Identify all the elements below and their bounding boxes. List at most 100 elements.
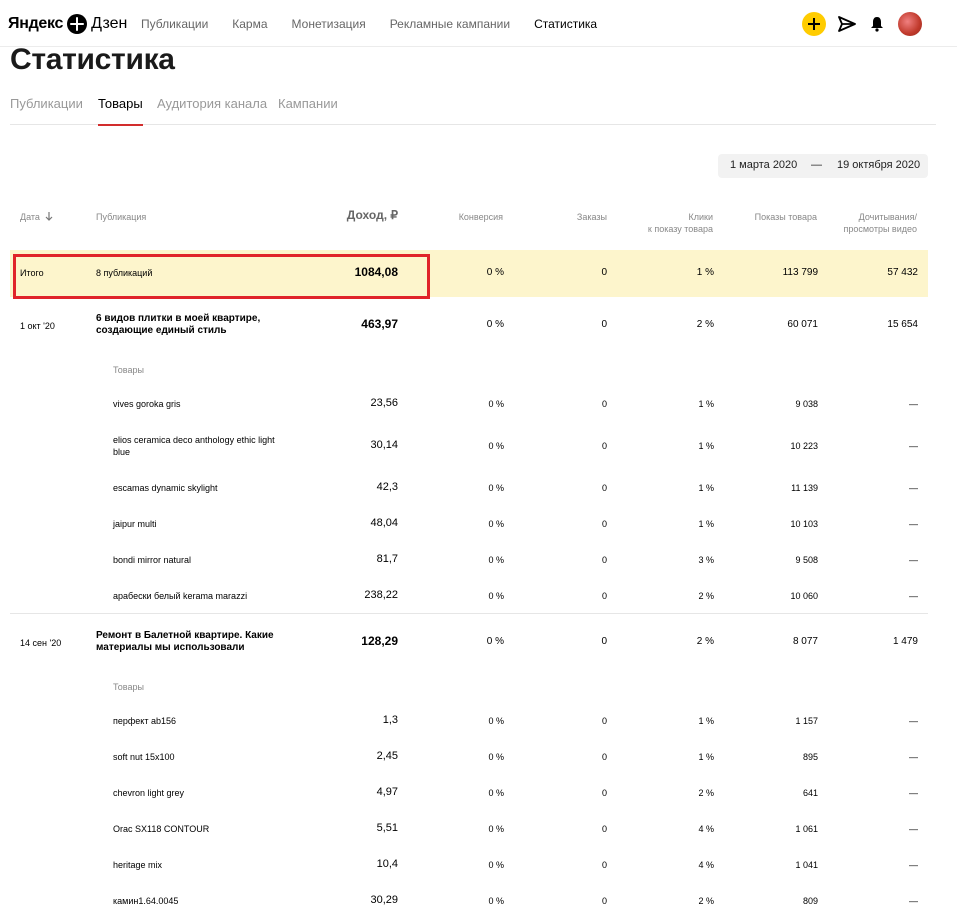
product-clicks: 4 % bbox=[698, 824, 714, 834]
product-reads: — bbox=[909, 483, 918, 493]
product-orders: 0 bbox=[601, 788, 607, 798]
product-orders: 0 bbox=[601, 716, 607, 726]
product-clicks: 1 % bbox=[698, 716, 714, 726]
date-from: 1 марта 2020 bbox=[730, 159, 798, 171]
stat-tabs: Публикации Товары Аудитория канала Кампа… bbox=[10, 96, 936, 126]
product-views: 10 223 bbox=[790, 441, 818, 451]
product-income: 2,45 bbox=[376, 750, 398, 762]
main-nav: Публикации Карма Монетизация Рекламные к… bbox=[141, 17, 621, 31]
product-income: 30,29 bbox=[370, 894, 398, 906]
product-views: 10 060 bbox=[790, 591, 818, 601]
bell-icon[interactable] bbox=[868, 15, 886, 33]
arrow-down-icon bbox=[46, 212, 53, 221]
nav-monetization[interactable]: Монетизация bbox=[292, 17, 366, 31]
product-views: 10 103 bbox=[790, 519, 818, 529]
product-orders: 0 bbox=[601, 483, 607, 493]
product-name[interactable]: bondi mirror natural bbox=[113, 554, 191, 566]
product-name[interactable]: escamas dynamic skylight bbox=[113, 482, 218, 494]
product-reads: — bbox=[909, 860, 918, 870]
product-conversion: 0 % bbox=[488, 399, 504, 409]
product-conversion: 0 % bbox=[488, 824, 504, 834]
nav-ad-campaigns[interactable]: Рекламные кампании bbox=[390, 17, 510, 31]
product-orders: 0 bbox=[601, 896, 607, 906]
product-name[interactable]: elios ceramica deco anthology ethic ligh… bbox=[113, 434, 275, 458]
product-name[interactable]: перфект ab156 bbox=[113, 715, 176, 727]
product-name[interactable]: арабески белый kerama marazzi bbox=[113, 590, 247, 602]
row-date: 14 сен '20 bbox=[20, 638, 62, 648]
col-views[interactable]: Показы товара bbox=[755, 211, 817, 223]
product-conversion: 0 % bbox=[488, 788, 504, 798]
product-conversion: 0 % bbox=[488, 752, 504, 762]
col-conversion[interactable]: Конверсия bbox=[459, 211, 503, 223]
product-clicks: 1 % bbox=[698, 483, 714, 493]
product-clicks: 1 % bbox=[698, 399, 714, 409]
total-orders: 0 bbox=[601, 267, 607, 278]
product-income: 30,14 bbox=[370, 439, 398, 451]
row-reads: 1 479 bbox=[892, 636, 918, 647]
row-title[interactable]: 6 видов плитки в моей квартире, создающие… bbox=[96, 313, 260, 337]
logo[interactable]: Яндекс Дзен bbox=[8, 12, 127, 36]
product-income: 1,3 bbox=[382, 714, 398, 726]
col-clicks[interactable]: Клики к показу товара bbox=[648, 211, 713, 235]
col-orders[interactable]: Заказы bbox=[577, 211, 607, 223]
product-views: 11 139 bbox=[791, 483, 818, 493]
tab-audience[interactable]: Аудитория канала bbox=[157, 96, 267, 125]
product-orders: 0 bbox=[601, 591, 607, 601]
product-reads: — bbox=[909, 716, 918, 726]
date-range-picker[interactable]: 1 марта 2020 — 19 октября 2020 bbox=[718, 154, 928, 178]
row-clicks: 2 % bbox=[696, 319, 714, 330]
col-date[interactable]: Дата bbox=[20, 211, 53, 223]
total-label: Итого bbox=[20, 268, 44, 278]
tab-publications[interactable]: Публикации bbox=[10, 96, 83, 125]
col-reads[interactable]: Дочитывания/просмотры видео bbox=[843, 211, 917, 235]
total-conversion: 0 % bbox=[486, 267, 504, 278]
tab-products[interactable]: Товары bbox=[98, 96, 143, 126]
send-icon[interactable] bbox=[838, 15, 856, 33]
header-actions bbox=[802, 12, 922, 36]
products-label: Товары bbox=[113, 682, 144, 692]
product-name[interactable]: Orac SX118 CONTOUR bbox=[113, 823, 209, 835]
col-publication: Публикация bbox=[96, 212, 147, 222]
row-orders: 0 bbox=[601, 319, 607, 330]
product-views: 641 bbox=[802, 788, 818, 798]
product-clicks: 2 % bbox=[698, 591, 714, 601]
avatar[interactable] bbox=[898, 12, 922, 36]
total-publications: 8 публикаций bbox=[96, 268, 153, 278]
page-title: Статистика bbox=[10, 43, 175, 76]
product-reads: — bbox=[909, 519, 918, 529]
logo-yandex-text: Яндекс bbox=[8, 15, 64, 32]
product-name[interactable]: soft nut 15x100 bbox=[113, 751, 175, 763]
product-income: 23,56 bbox=[370, 397, 398, 409]
row-orders: 0 bbox=[601, 636, 607, 647]
product-views: 9 508 bbox=[795, 555, 818, 565]
product-reads: — bbox=[909, 752, 918, 762]
nav-publications[interactable]: Публикации bbox=[141, 17, 208, 31]
product-conversion: 0 % bbox=[488, 555, 504, 565]
col-income[interactable]: Доход, ₽ bbox=[347, 209, 398, 221]
product-name[interactable]: chevron light grey bbox=[113, 787, 184, 799]
product-orders: 0 bbox=[601, 860, 607, 870]
product-orders: 0 bbox=[601, 752, 607, 762]
product-clicks: 2 % bbox=[698, 896, 714, 906]
row-conversion: 0 % bbox=[486, 319, 504, 330]
product-clicks: 4 % bbox=[698, 860, 714, 870]
product-reads: — bbox=[909, 441, 918, 451]
nav-statistics[interactable]: Статистика bbox=[534, 17, 597, 31]
product-name[interactable]: heritage mix bbox=[113, 859, 162, 871]
row-divider bbox=[10, 613, 928, 614]
plus-icon[interactable] bbox=[802, 12, 826, 36]
row-date: 1 окт '20 bbox=[20, 321, 55, 331]
product-clicks: 1 % bbox=[698, 441, 714, 451]
product-name[interactable]: камин1.64.0045 bbox=[113, 895, 178, 907]
product-name[interactable]: jaipur multi bbox=[113, 518, 157, 530]
total-income: 1084,08 bbox=[354, 265, 398, 279]
row-title[interactable]: Ремонт в Балетной квартире. Какие материа… bbox=[96, 630, 274, 654]
row-income: 463,97 bbox=[361, 317, 398, 331]
nav-karma[interactable]: Карма bbox=[232, 17, 267, 31]
products-label: Товары bbox=[113, 365, 144, 375]
tab-campaigns[interactable]: Кампании bbox=[278, 96, 338, 125]
product-name[interactable]: vives goroka gris bbox=[113, 398, 181, 410]
product-reads: — bbox=[909, 399, 918, 409]
dzen-star-icon bbox=[67, 14, 88, 34]
product-orders: 0 bbox=[601, 824, 607, 834]
